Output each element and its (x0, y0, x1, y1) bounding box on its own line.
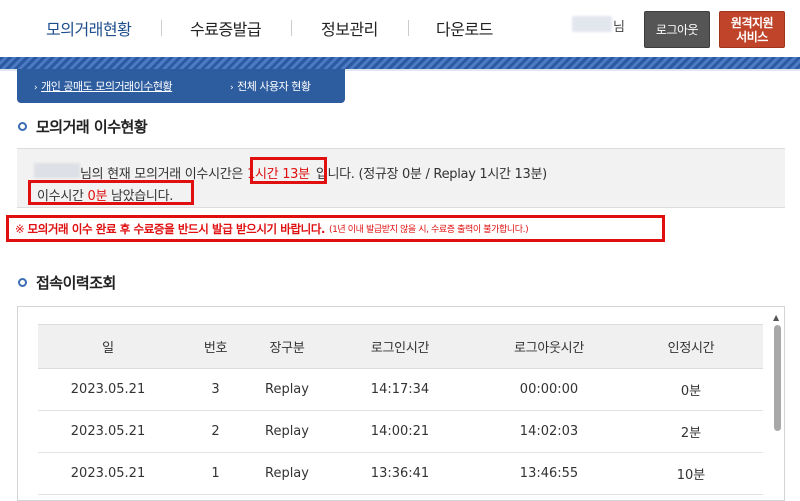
nav-download[interactable]: 다운로드 (436, 16, 493, 40)
nav-mock-trading-status[interactable]: 모의거래현황 (46, 16, 132, 40)
subtab-all-users[interactable]: › 전체 사용자 현황 (230, 78, 311, 94)
bullet-icon (18, 278, 27, 287)
table-row: 2023.05.21 3 Replay 14:17:34 00:00:00 0분 (38, 369, 763, 411)
nav-separator (161, 20, 162, 36)
history-table-container[interactable]: 일 번호 장구분 로그인시간 로그아웃시간 인정시간 2023.05.21 3 … (17, 306, 785, 501)
column-header-date: 일 (38, 324, 178, 369)
subtab-personal-status[interactable]: › 개인 공매도 모의거래이수현황 (34, 78, 173, 94)
table-row: 2023.05.21 2 Replay 14:00:21 14:02:03 2분 (38, 411, 763, 453)
cell-logout-time: 00:00:00 (519, 382, 579, 397)
chevron-right-icon: › (34, 83, 38, 93)
highlight-box-remaining (28, 180, 194, 205)
column-header-login-time: 로그인시간 (321, 324, 479, 369)
notice-mark: ※ (15, 221, 25, 236)
cell-session: Replay (265, 466, 309, 481)
history-scrollbar[interactable]: ▲ (772, 313, 782, 501)
cell-date: 2023.05.21 (70, 382, 146, 397)
certificate-notice: ※ 모의거래 이수 완료 후 수료증을 반드시 발급 받으시기 바랍니다. (1년… (6, 215, 665, 242)
column-header-logout-time: 로그아웃시간 (479, 324, 619, 369)
nav-separator (291, 20, 292, 36)
cell-date: 2023.05.21 (70, 466, 146, 481)
cell-credited-time: 0분 (680, 384, 702, 399)
table-row: 2023.05.21 1 Replay 13:36:41 13:46:55 10… (38, 453, 763, 495)
cell-credited-time: 10분 (676, 468, 706, 483)
cell-logout-time: 13:46:55 (519, 466, 579, 481)
cell-date: 2023.05.21 (70, 424, 146, 439)
nav-info-management[interactable]: 정보관리 (321, 16, 378, 40)
status-text: 입니다. (정규장 0분 / Replay 1시간 13분) (315, 167, 547, 182)
section-title-text: 접속이력조회 (36, 274, 116, 292)
bullet-icon (18, 122, 27, 131)
header-stripe (0, 57, 800, 71)
cell-number: 1 (211, 466, 220, 481)
table-header-row: 일 번호 장구분 로그인시간 로그아웃시간 인정시간 (38, 324, 763, 369)
column-header-credited-time: 인정시간 (619, 324, 763, 369)
history-table: 일 번호 장구분 로그인시간 로그아웃시간 인정시간 2023.05.21 3 … (38, 324, 763, 495)
notice-main-text: 모의거래 이수 완료 후 수료증을 반드시 발급 받으시기 바랍니다. (27, 221, 326, 236)
cell-session: Replay (265, 424, 309, 439)
top-nav: 모의거래현황 수료증발급 정보관리 다운로드 님 로그아웃 원격지원 서비스 (0, 0, 800, 56)
subtab-bar: › 개인 공매도 모의거래이수현황 › 전체 사용자 현황 (17, 69, 345, 103)
column-header-session: 장구분 (253, 324, 321, 369)
cell-credited-time: 2분 (680, 426, 702, 441)
logout-button[interactable]: 로그아웃 (644, 11, 710, 48)
cell-number: 2 (211, 424, 220, 439)
highlight-box-time (250, 157, 327, 184)
nav-separator (408, 20, 409, 36)
user-suffix: 님 (613, 20, 625, 35)
nav-certificate[interactable]: 수료증발급 (190, 16, 262, 40)
scrollbar-thumb[interactable] (774, 325, 781, 431)
column-header-number: 번호 (178, 324, 253, 369)
remote-support-button[interactable]: 원격지원 서비스 (719, 11, 785, 48)
notice-detail-text: (1년 이내 발급받지 않을 시, 수료증 출력이 불가합니다.) (329, 225, 529, 235)
cell-number: 3 (211, 382, 220, 397)
chevron-right-icon: › (230, 83, 234, 93)
cell-login-time: 13:36:41 (370, 466, 430, 481)
section-title-text: 모의거래 이수현황 (36, 118, 148, 136)
cell-login-time: 14:17:34 (370, 382, 430, 397)
cell-login-time: 14:00:21 (370, 424, 430, 439)
subtab-label: 개인 공매도 모의거래이수현황 (41, 80, 173, 93)
section-title-history: 접속이력조회 (18, 272, 116, 293)
user-name-redacted (34, 163, 80, 178)
cell-logout-time: 14:02:03 (519, 424, 579, 439)
section-title-status: 모의거래 이수현황 (18, 116, 148, 137)
scroll-up-arrow-icon[interactable]: ▲ (773, 313, 779, 322)
subtab-label: 전체 사용자 현황 (237, 80, 311, 93)
cell-session: Replay (265, 382, 309, 397)
user-name-redacted (572, 16, 612, 32)
